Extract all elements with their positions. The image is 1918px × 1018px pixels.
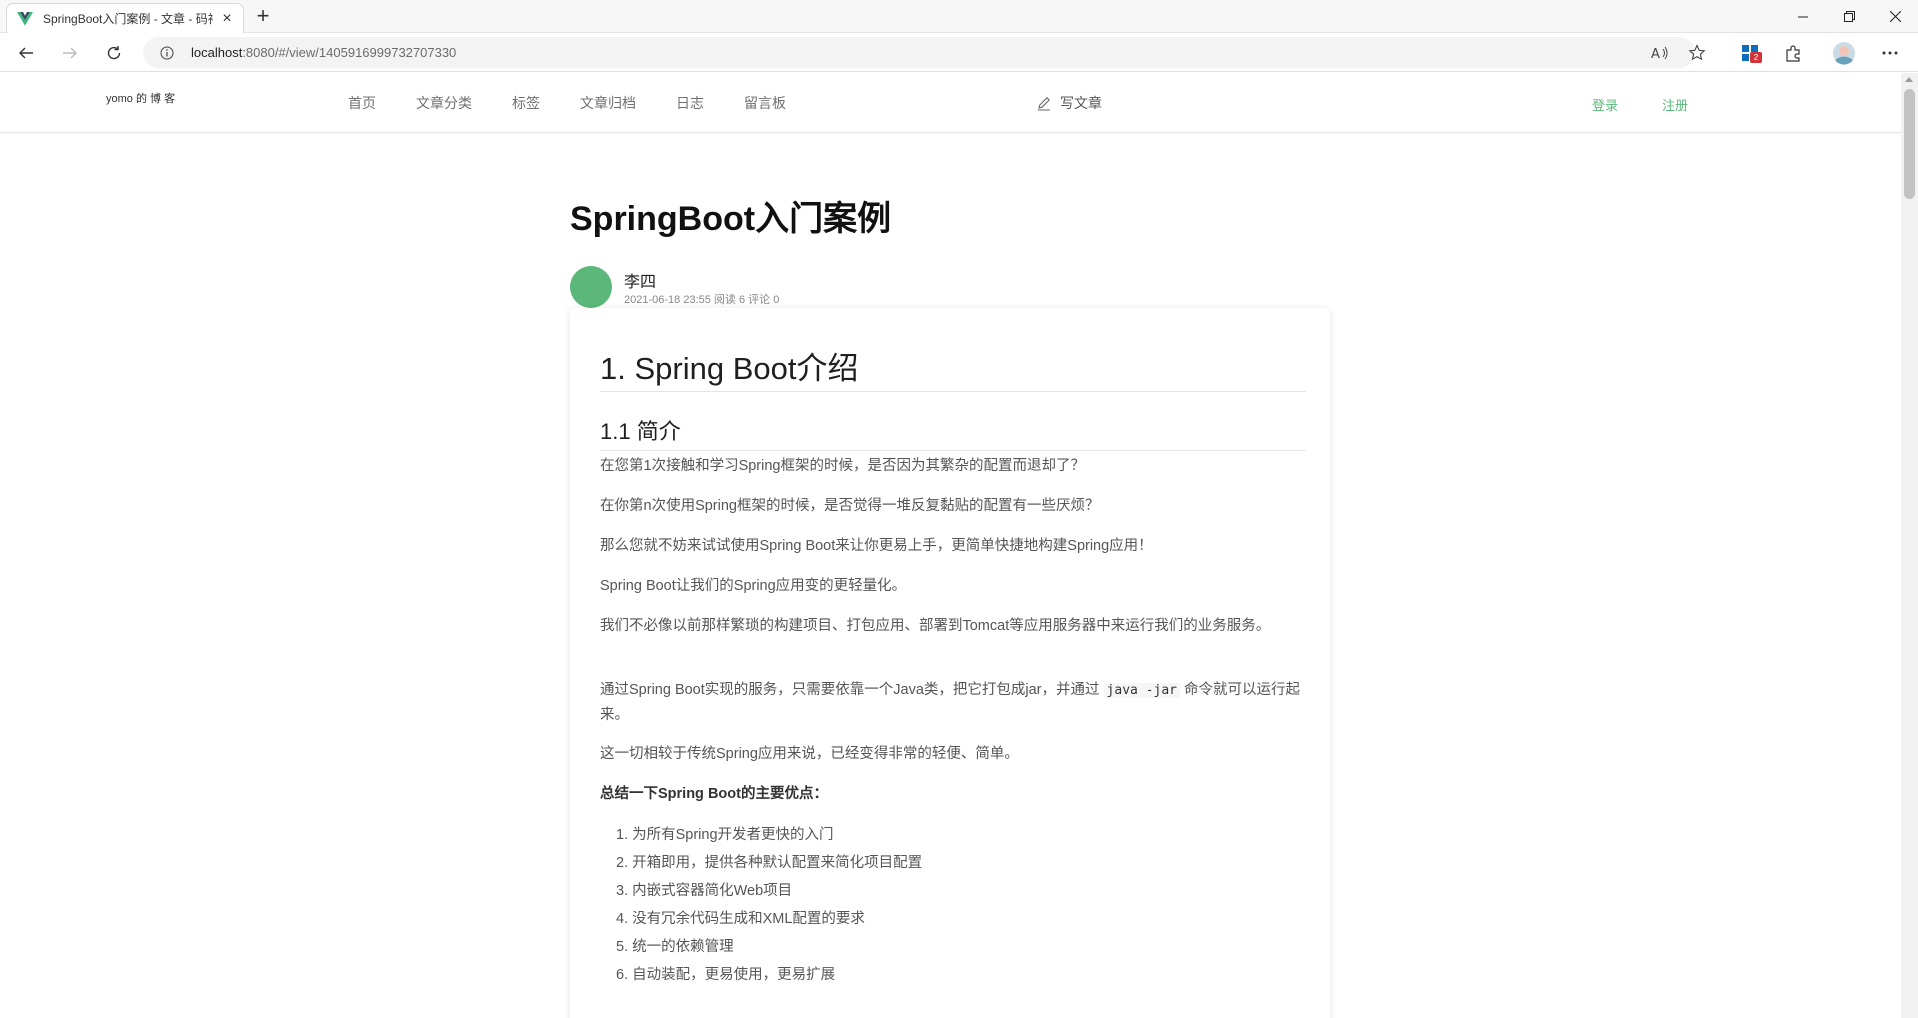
new-tab-icon[interactable]: + [252, 5, 274, 28]
nav-home[interactable]: 首页 [348, 93, 376, 113]
scrollbar-thumb[interactable] [1904, 89, 1915, 199]
paragraph: 这一切相较于传统Spring应用来说，已经变得非常的轻便、简单。 [600, 746, 1019, 762]
nav-tags[interactable]: 标签 [512, 93, 540, 113]
svg-text:A: A [1651, 47, 1660, 61]
nav-message-board[interactable]: 留言板 [744, 93, 786, 113]
close-window-icon[interactable] [1872, 0, 1918, 33]
back-arrow-icon[interactable] [14, 41, 38, 65]
extension-badge: 2 [1750, 52, 1762, 63]
restore-icon[interactable] [1826, 0, 1872, 33]
article-meta: 2021-06-18 23:55 阅读 6 评论 0 [624, 294, 780, 306]
collections-icon[interactable]: 2 [1738, 41, 1762, 65]
forward-arrow-icon[interactable] [58, 41, 82, 65]
content-heading-2: 1.1 简介 [600, 419, 681, 444]
author-avatar[interactable] [570, 266, 612, 308]
url-bar[interactable]: localhost:8080/#/view/140591699973270733… [143, 37, 1706, 68]
register-link[interactable]: 注册 [1662, 95, 1688, 114]
browser-tab-bar: SpringBoot入门案例 - 文章 - 码神 × + [0, 0, 1918, 33]
nav-log[interactable]: 日志 [676, 93, 704, 113]
paragraph: 在您第1次接触和学习Spring框架的时候，是否因为其繁杂的配置而退却了？ [600, 458, 1085, 474]
article-title: SpringBoot入门案例 [570, 200, 892, 238]
list-item: 3. 内嵌式容器简化Web项目 [616, 883, 793, 899]
advantages-heading: 总结一下Spring Boot的主要优点： [600, 786, 828, 802]
url-path: :8080/#/view/1405916999732707330 [242, 45, 457, 60]
read-aloud-icon[interactable]: A [1650, 43, 1670, 63]
refresh-icon[interactable] [102, 41, 126, 65]
write-article-button[interactable]: 写文章 [1036, 93, 1102, 113]
vue-logo-icon [17, 11, 33, 27]
main-nav: 首页 文章分类 标签 文章归档 日志 留言板 [348, 93, 826, 113]
nav-categories[interactable]: 文章分类 [416, 93, 472, 113]
heading-divider [600, 450, 1306, 451]
browser-tab[interactable]: SpringBoot入门案例 - 文章 - 码神 × [6, 3, 244, 33]
write-article-label: 写文章 [1060, 95, 1102, 111]
login-link[interactable]: 登录 [1592, 95, 1618, 114]
minimize-icon[interactable] [1780, 0, 1826, 33]
site-logo[interactable]: yomo 的 博 客 [106, 90, 175, 106]
list-item: 6. 自动装配，更易使用，更易扩展 [616, 967, 836, 983]
pencil-icon [1038, 97, 1050, 111]
extensions-puzzle-icon[interactable] [1781, 41, 1805, 65]
favorite-star-icon[interactable] [1687, 43, 1707, 63]
author-name[interactable]: 李四 [624, 268, 656, 292]
site-header: yomo 的 博 客 首页 文章分类 标签 文章归档 日志 留言板 写文章 登录… [0, 73, 1901, 133]
page-viewport: yomo 的 博 客 首页 文章分类 标签 文章归档 日志 留言板 写文章 登录… [0, 73, 1918, 1018]
profile-avatar-icon[interactable] [1832, 41, 1856, 65]
address-toolbar: localhost:8080/#/view/140591699973270733… [0, 33, 1918, 72]
paragraph-text: 通过Spring Boot实现的服务，只需要依靠一个Java类，把它打包成jar… [600, 682, 1104, 698]
heading-divider [600, 391, 1306, 392]
info-icon[interactable] [157, 43, 177, 63]
list-item: 4. 没有冗余代码生成和XML配置的要求 [616, 911, 865, 927]
paragraph: 那么您就不妨来试试使用Spring Boot来让你更易上手，更简单快捷地构建Sp… [600, 538, 1153, 554]
paragraph: Spring Boot让我们的Spring应用变的更轻量化。 [600, 578, 907, 594]
url-text: localhost:8080/#/view/140591699973270733… [191, 45, 456, 60]
list-item: 2. 开箱即用，提供各种默认配置来简化项目配置 [616, 855, 923, 871]
tab-title: SpringBoot入门案例 - 文章 - 码神 [43, 12, 213, 26]
article-content: 1. Spring Boot介绍 1.1 简介 在您第1次接触和学习Spring… [570, 308, 1330, 1018]
scroll-up-arrow-icon[interactable] [1905, 77, 1913, 82]
tab-close-icon[interactable]: × [219, 10, 235, 27]
url-host: localhost [191, 45, 243, 60]
inline-code: java -jar [1103, 683, 1180, 698]
paragraph: 在你第n次使用Spring框架的时候，是否觉得一堆反复黏贴的配置有一些厌烦？ [600, 498, 1100, 514]
list-item: 1. 为所有Spring开发者更快的入门 [616, 827, 834, 843]
nav-archive[interactable]: 文章归档 [580, 93, 636, 113]
list-item: 5. 统一的依赖管理 [616, 939, 734, 955]
paragraph: 通过Spring Boot实现的服务，只需要依靠一个Java类，把它打包成jar… [600, 678, 1306, 727]
advantages-list: 1. 为所有Spring开发者更快的入门 2. 开箱即用，提供各种默认配置来简化… [616, 821, 922, 989]
more-menu-icon[interactable] [1878, 41, 1902, 65]
page-scrollbar[interactable] [1901, 73, 1918, 1018]
paragraph: 我们不必像以前那样繁琐的构建项目、打包应用、部署到Tomcat等应用服务器中来运… [600, 618, 1271, 634]
content-heading-1: 1. Spring Boot介绍 [600, 351, 859, 386]
